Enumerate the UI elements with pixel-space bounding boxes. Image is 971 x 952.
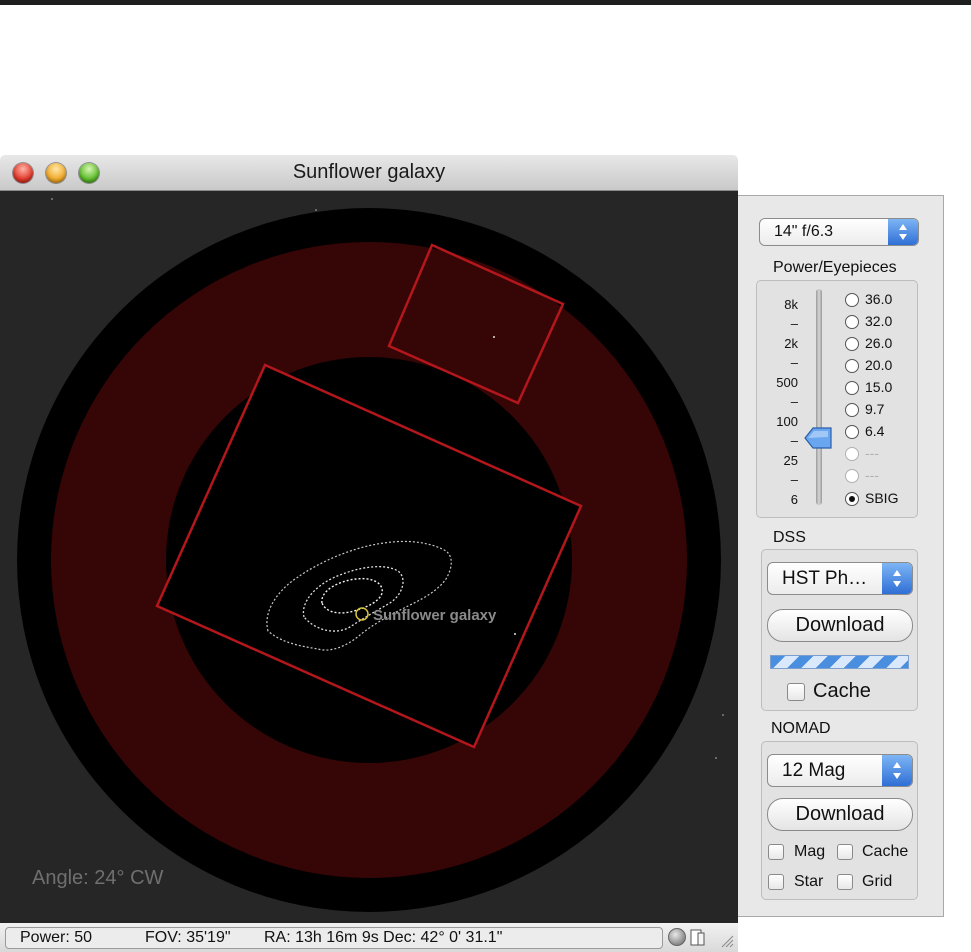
power-scale-label: – bbox=[790, 355, 798, 370]
window-title: Sunflower galaxy bbox=[292, 161, 446, 183]
eyepiece-label: 9.7 bbox=[865, 401, 885, 417]
up-down-arrows-icon bbox=[882, 563, 912, 594]
object-label: Sunflower galaxy bbox=[373, 607, 497, 624]
eyepiece-label: 20.0 bbox=[865, 357, 893, 373]
telescope-select-value: 14" f/6.3 bbox=[774, 223, 834, 240]
eyepiece-radio-20[interactable] bbox=[845, 359, 859, 373]
top-menu-bar-edge bbox=[0, 0, 971, 5]
field-star bbox=[514, 633, 516, 635]
eyepiece-label: 6.4 bbox=[865, 423, 885, 439]
field-star bbox=[722, 714, 724, 716]
field-star bbox=[51, 198, 53, 200]
power-scale-label: 2k bbox=[784, 336, 798, 351]
eyepiece-label: 15.0 bbox=[865, 379, 893, 395]
nomad-mag-label: Mag bbox=[794, 843, 826, 860]
nomad-star-label: Star bbox=[794, 873, 824, 890]
eyepiece-radio-empty-2 bbox=[845, 469, 859, 483]
nomad-magnitude-value: 12 Mag bbox=[782, 760, 846, 781]
telescope-select[interactable]: 14" f/6.3 bbox=[759, 218, 919, 246]
field-star bbox=[715, 757, 717, 759]
coordinates-readout: RA: 13h 16m 9s Dec: 42° 0' 31.1" bbox=[264, 929, 503, 946]
nomad-magnitude-select[interactable]: 12 Mag bbox=[767, 754, 913, 787]
power-slider-track[interactable] bbox=[816, 289, 822, 505]
power-scale-label: – bbox=[790, 394, 798, 409]
eyepiece-label: SBIG bbox=[865, 490, 899, 506]
sky-chart-view[interactable]: Sunflower galaxy Angle: 24° CW bbox=[0, 191, 738, 923]
power-scale-label: 100 bbox=[776, 414, 798, 429]
fov-readout: FOV: 35'19" bbox=[145, 929, 231, 946]
status-bar: Power: 50 FOV: 35'19" RA: 13h 16m 9s Dec… bbox=[0, 923, 738, 952]
dss-cache-label: Cache bbox=[813, 680, 871, 702]
sky-view-window: Sunflower galaxy Sunflower galaxy Angle:… bbox=[0, 155, 738, 952]
up-down-arrows-icon bbox=[882, 755, 912, 786]
eyepiece-radio-empty-1 bbox=[845, 447, 859, 461]
nomad-mag-checkbox[interactable] bbox=[768, 844, 784, 860]
eyepiece-radio-26[interactable] bbox=[845, 337, 859, 351]
window-titlebar[interactable]: Sunflower galaxy bbox=[0, 155, 738, 191]
power-scale-label: 500 bbox=[776, 375, 798, 390]
power-readout: Power: 50 bbox=[20, 929, 93, 946]
power-scale-label: 25 bbox=[783, 453, 798, 468]
eyepiece-label: 36.0 bbox=[865, 291, 893, 307]
nomad-cache-checkbox[interactable] bbox=[837, 844, 853, 860]
eyepiece-radio-sbig[interactable] bbox=[845, 492, 859, 506]
dss-survey-value: HST Ph… bbox=[782, 568, 868, 589]
eyepiece-radio-32[interactable] bbox=[845, 315, 859, 329]
eyepiece-label: 26.0 bbox=[865, 335, 893, 351]
globe-icon[interactable] bbox=[668, 928, 686, 946]
power-scale-label: – bbox=[790, 472, 798, 487]
eyepiece-radio-6-4[interactable] bbox=[845, 425, 859, 439]
power-scale-label: 6 bbox=[790, 492, 798, 507]
eyepiece-label: --- bbox=[865, 445, 879, 461]
dss-progress-bar bbox=[770, 655, 909, 669]
power-eyepieces-heading: Power/Eyepieces bbox=[773, 259, 897, 276]
sky-chart-canvas[interactable]: Sunflower galaxy bbox=[0, 191, 738, 923]
nomad-grid-checkbox[interactable] bbox=[837, 874, 853, 890]
dss-heading: DSS bbox=[773, 529, 806, 546]
field-star bbox=[315, 209, 317, 211]
nomad-heading: NOMAD bbox=[771, 720, 831, 737]
eyepiece-radio-9-7[interactable] bbox=[845, 403, 859, 417]
dss-cache-checkbox[interactable] bbox=[787, 683, 805, 701]
power-scale-label: 8k bbox=[784, 297, 798, 312]
up-down-arrows-icon bbox=[888, 219, 918, 245]
eyepiece-label: 32.0 bbox=[865, 313, 893, 329]
status-field: Power: 50 FOV: 35'19" RA: 13h 16m 9s Dec… bbox=[5, 927, 663, 949]
nomad-grid-label: Grid bbox=[862, 873, 893, 890]
nomad-star-checkbox[interactable] bbox=[768, 874, 784, 890]
rotation-angle-readout: Angle: 24° CW bbox=[32, 867, 164, 889]
power-slider-thumb[interactable] bbox=[804, 426, 832, 450]
eyepiece-radio-15[interactable] bbox=[845, 381, 859, 395]
power-scale-label: – bbox=[790, 316, 798, 331]
nomad-download-button[interactable]: Download bbox=[767, 798, 913, 831]
power-scale-label: – bbox=[790, 433, 798, 448]
dss-survey-select[interactable]: HST Ph… bbox=[767, 562, 913, 595]
dss-download-button[interactable]: Download bbox=[767, 609, 913, 642]
eyepiece-radio-36[interactable] bbox=[845, 293, 859, 307]
control-panel-drawer: 14" f/6.3 Power/Eyepieces 8k – 2k – 500 … bbox=[738, 195, 944, 917]
nomad-cache-label: Cache bbox=[862, 843, 909, 860]
eyepiece-label: --- bbox=[865, 467, 879, 483]
resize-grip-icon[interactable] bbox=[718, 932, 734, 948]
document-icon[interactable] bbox=[690, 928, 706, 947]
field-star bbox=[493, 336, 495, 338]
